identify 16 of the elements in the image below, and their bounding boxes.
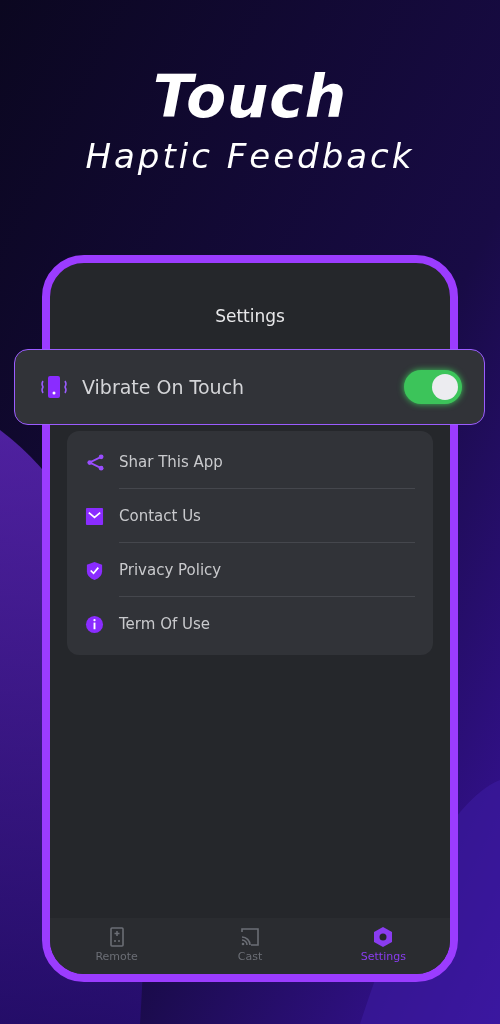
- hexagon-icon: [372, 925, 395, 948]
- vibrating-phone-icon: [40, 375, 68, 399]
- toggle-switch[interactable]: [404, 370, 462, 404]
- headline-subtitle: Haptic Feedback: [85, 135, 415, 178]
- share-icon: [85, 452, 104, 472]
- headline-title: Touch: [153, 62, 347, 132]
- vibrate-label: Vibrate On Touch: [82, 376, 246, 398]
- info-icon: [85, 614, 104, 634]
- menu-item[interactable]: Shar This App: [67, 435, 433, 489]
- menu-item[interactable]: Contact Us: [67, 489, 433, 543]
- menu-item[interactable]: Term Of Use: [67, 597, 433, 651]
- menu-item[interactable]: Privacy Policy: [67, 543, 433, 597]
- screen-title: Settings: [214, 305, 286, 327]
- shield-icon: [85, 560, 104, 580]
- envelope-icon: [85, 506, 104, 526]
- cast-icon: [239, 925, 261, 948]
